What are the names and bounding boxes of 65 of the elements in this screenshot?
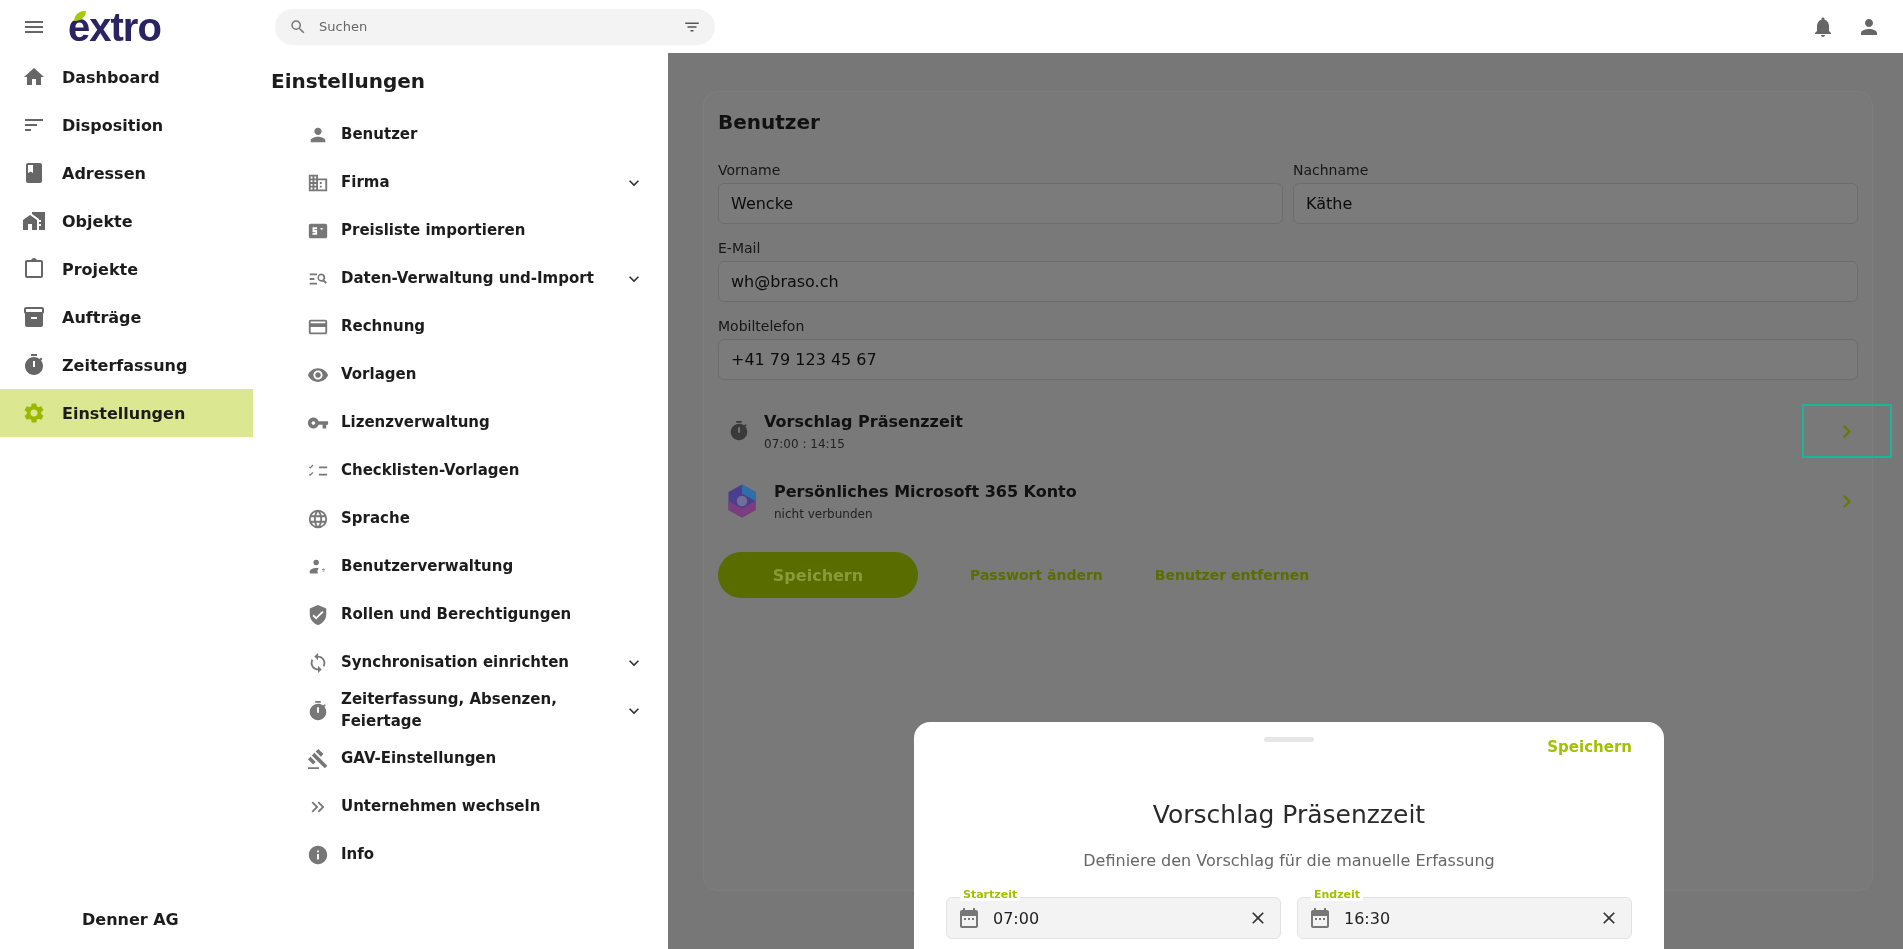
settings-item[interactable]: Preisliste importieren [271,207,668,255]
stopwatch-icon [728,420,750,442]
row-title: Persönliches Microsoft 365 Konto [774,481,1078,501]
stopwatch-icon [307,700,329,722]
row-subtitle: 07:00 : 14:15 [764,436,846,451]
search-icon [289,17,307,36]
search-field[interactable]: Suchen [275,8,715,45]
logo: extro [68,6,161,47]
building-icon [307,172,329,194]
field-label: Vorname [718,162,782,178]
stopwatch-icon [22,353,46,377]
settings-icon [22,401,46,425]
time-field[interactable]: 16:30 [1297,897,1632,939]
settings-item[interactable]: Vorlagen [271,351,668,399]
settings-item[interactable]: Checklisten-Vorlagen [271,447,668,495]
drag-handle[interactable] [1264,737,1314,742]
shield-check-icon [307,604,329,626]
info-icon [307,844,329,866]
calendar-icon [957,906,981,930]
settings-item[interactable]: Firma [271,159,668,207]
nav-item[interactable]: Projekte [0,245,253,293]
archive-icon [22,305,46,329]
company-name: Denner AG [81,910,180,929]
nav-item[interactable]: Dashboard [0,53,253,101]
settings-item[interactable]: Zeiterfassung, Absenzen, Feiertage [271,687,668,735]
nav-item[interactable]: Disposition [0,101,253,149]
nav-item[interactable]: Zeiterfassung [0,341,253,389]
card-title: Benutzer [718,110,821,134]
time-field[interactable]: 07:00 [946,897,1281,939]
chevron-right-icon [1843,494,1851,508]
globe-icon [307,508,329,530]
settings-item[interactable]: GAV-Einstellungen [271,735,668,783]
settings-title: Einstellungen [271,69,427,93]
settings-item[interactable]: Sprache [271,495,668,543]
settings-item[interactable]: Daten-Verwaltung und-Import [271,255,668,303]
settings-item[interactable]: Info [271,831,668,879]
settings-item[interactable]: Rollen und Berechtigungen [271,591,668,639]
settings-item[interactable]: Benutzer [271,111,668,159]
settings-item[interactable]: Unternehmen wechseln [271,783,668,831]
buildings-icon [22,209,46,233]
field-label: Endzeit [1311,888,1364,902]
settings-item[interactable]: Benutzerverwaltung [271,543,668,591]
field-label: Nachname [1293,162,1370,178]
nav-item[interactable]: Einstellungen [0,389,253,437]
row-title: Vorschlag Präsenzzeit [764,411,964,431]
input-field[interactable]: wh@braso.ch [718,261,1858,302]
field-label: Mobiltelefon [718,318,806,334]
field-label: E-Mail [718,240,762,256]
nav-item[interactable]: Aufträge [0,293,253,341]
chevron-right-icon [1843,424,1851,438]
calendar-icon [1308,906,1332,930]
sheet-subtitle: Definiere den Vorschlag für die manuelle Erfassung [1083,851,1495,870]
settings-item[interactable]: Lizenzverwaltung [271,399,668,447]
nav-item[interactable]: Adressen [0,149,253,197]
input-field[interactable]: +41 79 123 45 67 [718,339,1858,380]
input-field[interactable]: Käthe [1293,183,1858,224]
nav-item[interactable]: Objekte [0,197,253,245]
field-label: Startzeit [960,888,1021,902]
input-field[interactable]: Wencke [718,183,1283,224]
row-subtitle: nicht verbunden [774,506,874,521]
settings-item[interactable]: Synchronisation einrichten [271,639,668,687]
settings-item[interactable]: Rechnung [271,303,668,351]
sheet-title: Vorschlag Präsenzzeit [1152,800,1426,829]
gavel-icon [307,748,329,770]
clipboard-icon [22,257,46,281]
